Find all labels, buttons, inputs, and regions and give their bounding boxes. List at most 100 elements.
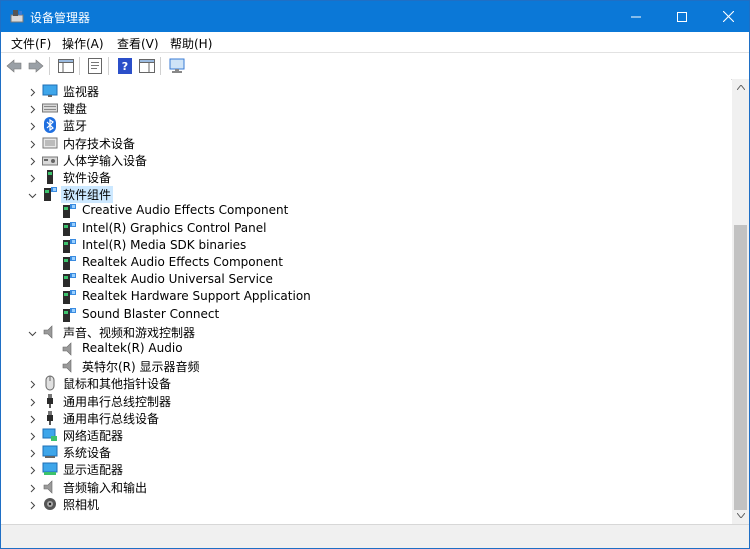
chevron-right-icon[interactable] <box>28 396 37 406</box>
title-bar[interactable]: 设备管理器 <box>1 1 749 32</box>
speaker-icon <box>61 341 77 357</box>
help-button[interactable]: ? <box>115 56 135 76</box>
back-arrow-icon <box>6 59 22 73</box>
menu-bar: 文件(F) 操作(A) 查看(V) 帮助(H) <box>1 32 749 52</box>
console-tree-icon <box>58 59 74 73</box>
properties-button[interactable] <box>85 56 105 76</box>
tree-device-row[interactable]: Intel(R) Media SDK binaries <box>1 237 721 254</box>
chevron-right-icon[interactable] <box>28 172 37 183</box>
system-device-icon <box>42 444 58 460</box>
tree-item-label: Realtek Audio Effects Component <box>82 255 283 269</box>
scan-hardware-button[interactable] <box>167 56 187 76</box>
monitor-icon <box>42 83 58 99</box>
network-icon <box>42 427 58 443</box>
tree-category-row[interactable]: 鼠标和其他指针设备 <box>1 374 721 391</box>
status-bar <box>1 524 749 548</box>
tree-item-label: 软件设备 <box>63 171 112 185</box>
chevron-right-icon[interactable] <box>28 447 37 458</box>
chevron-right-icon[interactable] <box>28 138 37 148</box>
tree-device-row[interactable]: Realtek(R) Audio <box>1 340 721 357</box>
close-button[interactable] <box>705 1 749 32</box>
tree-category-row[interactable]: 人体学输入设备 <box>1 151 721 168</box>
tree-device-row[interactable]: Realtek Audio Universal Service <box>1 271 721 288</box>
tree-category-row[interactable]: 显示适配器 <box>1 460 721 477</box>
minimize-button[interactable] <box>613 1 659 32</box>
chevron-right-icon[interactable] <box>28 482 37 492</box>
software-component-icon <box>61 307 77 323</box>
tree-category-row[interactable]: 监视器 <box>1 82 721 99</box>
tree-device-row[interactable]: Realtek Hardware Support Application <box>1 288 721 305</box>
tree-category-row[interactable]: 内存技术设备 <box>1 134 721 151</box>
usb-icon <box>42 393 58 409</box>
speaker-icon <box>42 479 58 495</box>
chevron-right-icon[interactable] <box>28 120 37 131</box>
chevron-right-icon[interactable] <box>28 86 37 97</box>
tree-category-row[interactable]: 网络适配器 <box>1 426 721 443</box>
vertical-scrollbar[interactable] <box>732 79 749 524</box>
tree-item-label: 音频输入和输出 <box>63 480 148 495</box>
keyboard-icon <box>42 100 58 116</box>
tree-item-label: Intel(R) Media SDK binaries <box>82 237 247 252</box>
tree-item-label: 键盘 <box>63 102 88 117</box>
chevron-right-icon[interactable] <box>28 413 37 424</box>
tree-item-label: 网络适配器 <box>63 429 124 443</box>
forward-arrow-icon <box>28 59 44 73</box>
hid-icon <box>42 152 58 168</box>
tree-item-label: Sound Blaster Connect <box>82 306 220 321</box>
chevron-right-icon[interactable] <box>28 155 37 166</box>
tree-item-label: Realtek Hardware Support Application <box>82 289 311 304</box>
tree-category-row[interactable]: 软件组件 <box>1 185 721 204</box>
tree-category-row[interactable]: 声音、视频和游戏控制器 <box>1 323 721 340</box>
svg-text:?: ? <box>122 60 128 73</box>
software-component-icon <box>61 221 77 237</box>
chevron-down-icon[interactable] <box>28 327 37 337</box>
speaker-icon <box>61 358 77 374</box>
action-pane-button[interactable] <box>137 56 157 76</box>
tree-category-row[interactable]: 键盘 <box>1 99 721 116</box>
forward-button[interactable] <box>26 56 46 76</box>
device-manager-app-icon <box>10 9 24 23</box>
tree-device-row[interactable]: Realtek Audio Effects Component <box>1 254 721 271</box>
device-tree[interactable]: 监视器键盘 蓝牙 内存技术设备 人体学输入设备软件设备 软件组件 Creative Aud… <box>1 79 731 524</box>
scroll-down-icon[interactable] <box>732 507 749 524</box>
tree-device-row[interactable]: Sound Blaster Connect <box>1 306 721 323</box>
tree-item-label: 声音、视频和游戏控制器 <box>63 325 196 340</box>
maximize-button[interactable] <box>659 1 705 32</box>
tree-category-row[interactable]: 音频输入和输出 <box>1 478 721 495</box>
chevron-right-icon[interactable] <box>28 499 37 510</box>
tree-category-row[interactable]: 系统设备 <box>1 443 721 460</box>
action-pane-icon <box>139 59 155 73</box>
show-hide-console-tree-button[interactable] <box>56 56 76 76</box>
tree-device-row[interactable]: 英特尔(R) 显示器音频 <box>1 357 721 374</box>
maximize-icon <box>677 11 687 22</box>
chevron-right-icon[interactable] <box>28 430 37 441</box>
speaker-icon <box>42 324 58 340</box>
minimize-icon <box>631 16 641 17</box>
menu-file[interactable]: 文件(F) <box>11 35 51 52</box>
menu-help[interactable]: 帮助(H) <box>170 35 212 52</box>
back-button[interactable] <box>4 56 24 76</box>
tree-category-row[interactable]: 蓝牙 <box>1 116 721 134</box>
device-manager-window: 设备管理器 文件(F) 操作(A) 查看(V) 帮助(H) ? 监视器 键盘 蓝… <box>0 0 750 549</box>
help-icon: ? <box>118 58 132 74</box>
chevron-right-icon[interactable] <box>28 103 37 114</box>
chevron-right-icon[interactable] <box>28 464 37 475</box>
tree-item-label: Realtek Audio Universal Service <box>82 272 273 287</box>
tree-device-row[interactable]: Intel(R) Graphics Control Panel <box>1 220 721 237</box>
chevron-down-icon[interactable] <box>28 189 37 199</box>
tree-item-label: 英特尔(R) 显示器音频 <box>82 360 200 375</box>
tree-category-row[interactable]: 通用串行总线设备 <box>1 409 721 426</box>
menu-view[interactable]: 查看(V) <box>117 35 159 52</box>
menu-action[interactable]: 操作(A) <box>62 35 104 52</box>
software-component-icon <box>61 289 77 305</box>
scrollbar-thumb[interactable] <box>734 225 747 510</box>
software-component-icon <box>61 203 77 219</box>
tree-item-label: 显示适配器 <box>63 463 124 478</box>
tree-category-row[interactable]: 照相机 <box>1 495 721 512</box>
chevron-right-icon[interactable] <box>28 378 37 389</box>
scroll-up-icon[interactable] <box>732 79 749 96</box>
tree-category-row[interactable]: 通用串行总线控制器 <box>1 392 721 409</box>
tree-category-row[interactable]: 软件设备 <box>1 168 721 185</box>
tree-device-row[interactable]: Creative Audio Effects Component <box>1 202 721 219</box>
tree-item-label: 照相机 <box>63 497 100 512</box>
